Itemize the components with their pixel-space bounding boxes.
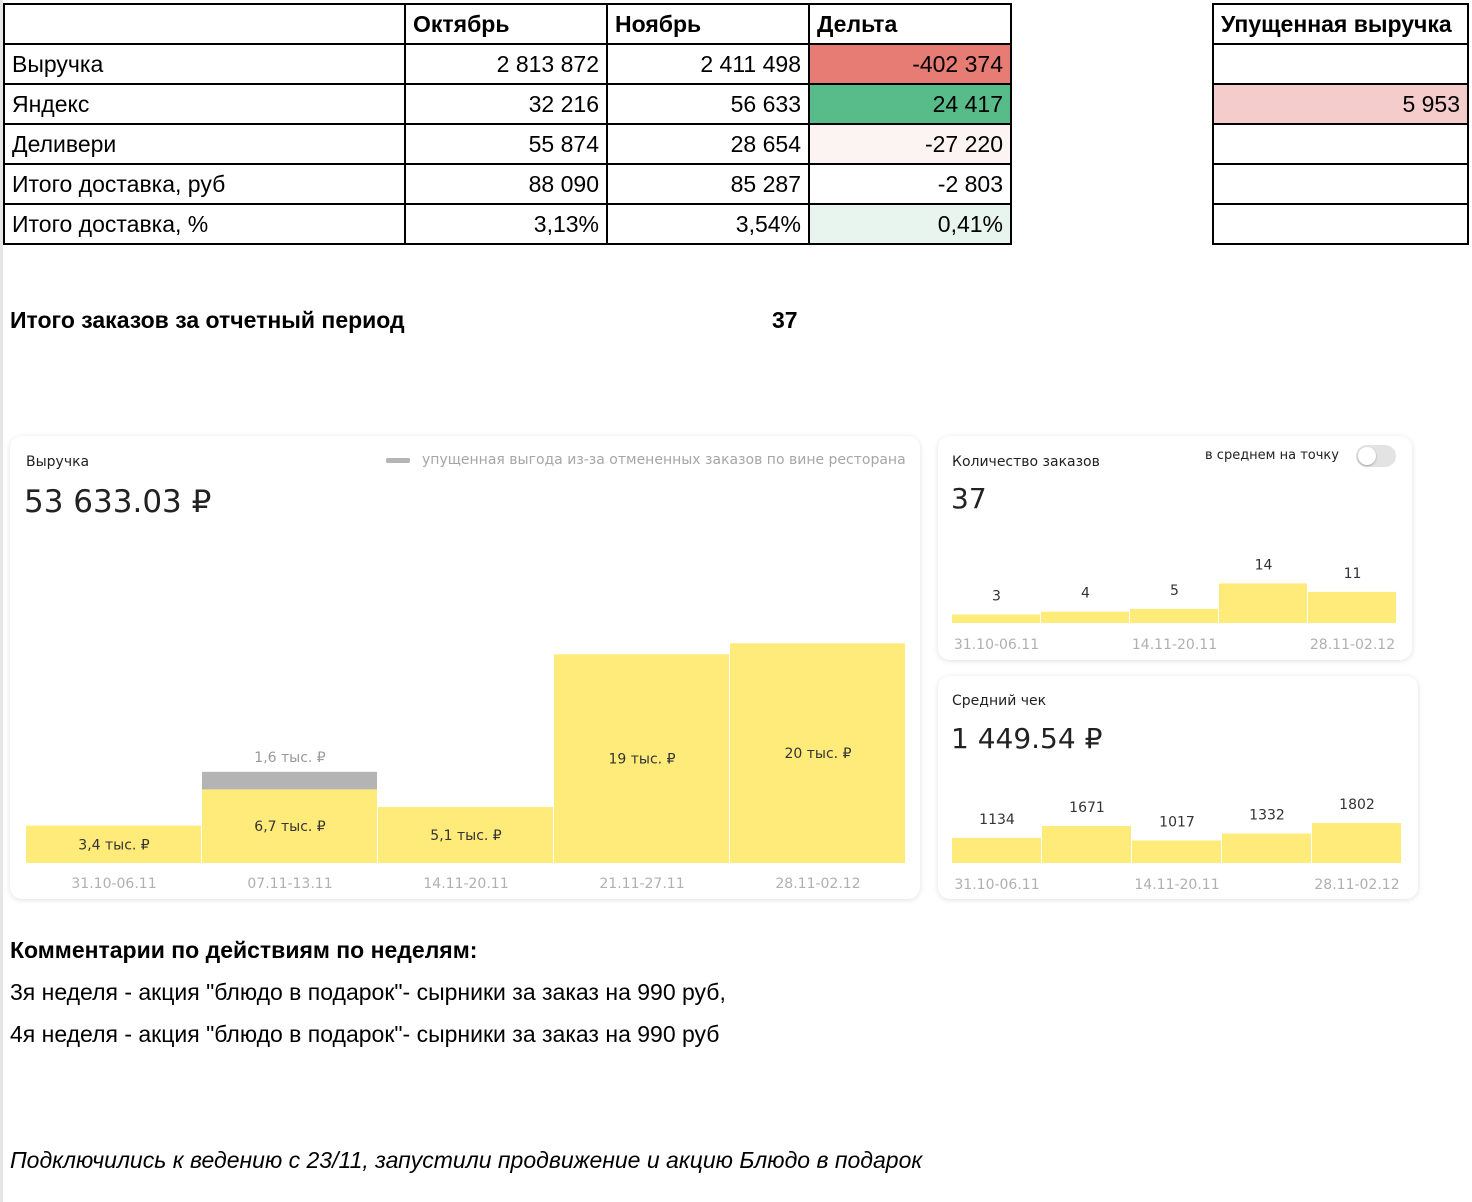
revenue-bar-label: 3,4 тыс. ₽: [78, 837, 150, 853]
header-cell-empty[interactable]: [3, 3, 406, 45]
x-tick-label: 31.10-06.11: [954, 637, 1039, 653]
orders-bar: [952, 614, 1040, 623]
revenue-widget: Выручка упущенная выгода из-за отмененны…: [10, 436, 920, 899]
table-row: Выручка 2 813 872 2 411 498 -402 374: [3, 43, 1012, 85]
row-label-cell[interactable]: Итого доставка, %: [3, 203, 406, 245]
x-tick-label: 14.11-20.11: [423, 876, 508, 892]
average-check-widget: Средний чек 1 449.54 ₽ 1134 31.10-06.11 16…: [938, 676, 1418, 899]
average-check-bar-chart: 1134 31.10-06.11 1671 1017 14.11-20.11 1332 18…: [952, 797, 1401, 893]
x-tick-label: 28.11-02.12: [1314, 877, 1399, 893]
average-check-bar: [1132, 840, 1221, 863]
orders-bar: [1219, 583, 1307, 623]
november-cell[interactable]: 28 654: [606, 123, 810, 165]
october-cell[interactable]: 88 090: [404, 163, 608, 205]
delta-cell[interactable]: 0,41%: [808, 203, 1012, 245]
lost-revenue-cell[interactable]: [1212, 163, 1469, 205]
orders-bar-value: 5: [1170, 583, 1179, 599]
lost-revenue-bar-label: 1,6 тыс. ₽: [254, 750, 326, 766]
delta-cell[interactable]: -27 220: [808, 123, 1012, 165]
lost-revenue-cell[interactable]: 5 953: [1212, 83, 1469, 125]
row-label-cell[interactable]: Деливери: [3, 123, 406, 165]
november-cell[interactable]: 2 411 498: [606, 43, 810, 85]
orders-bar-chart: 3 31.10-06.11 4 5 14.11-20.11 14 11 28.11-02.12: [952, 557, 1396, 653]
orders-widget: Количество заказов в среднем на точку 37…: [938, 436, 1412, 660]
x-tick-label: 21.11-27.11: [599, 876, 684, 892]
header-cell-november[interactable]: Ноябрь: [606, 3, 810, 45]
orders-bar-value: 4: [1081, 586, 1090, 602]
revenue-bar-label: 6,7 тыс. ₽: [254, 819, 326, 835]
table-row: Итого доставка, % 3,13% 3,54% 0,41%: [3, 203, 1012, 245]
november-cell[interactable]: 3,54%: [606, 203, 810, 245]
average-check-bar-value: 1134: [979, 812, 1015, 828]
october-cell[interactable]: 2 813 872: [404, 43, 608, 85]
average-check-bar: [1042, 825, 1131, 863]
average-check-bar: [1312, 823, 1401, 863]
november-cell[interactable]: 56 633: [606, 83, 810, 125]
x-tick-label: 28.11-02.12: [775, 876, 860, 892]
october-cell[interactable]: 32 216: [404, 83, 608, 125]
lost-revenue-table: Упущенная выручка 5 953: [1212, 3, 1469, 245]
revenue-bar-chart: 3,4 тыс. ₽ 31.10-06.11 6,7 тыс. ₽ 1,6 тыс. …: [26, 643, 905, 892]
delta-cell[interactable]: -402 374: [808, 43, 1012, 85]
table-row: Деливери 55 874 28 654 -27 220: [3, 123, 1012, 165]
average-check-bar-value: 1017: [1159, 814, 1195, 830]
lost-revenue-bar: [202, 771, 377, 790]
x-tick-label: 07.11-13.11: [247, 876, 332, 892]
october-cell[interactable]: 55 874: [404, 123, 608, 165]
header-cell-october[interactable]: Октябрь: [404, 3, 608, 45]
orders-bar: [1308, 591, 1396, 623]
lost-revenue-header[interactable]: Упущенная выручка: [1212, 3, 1469, 45]
x-tick-label: 14.11-20.11: [1132, 637, 1217, 653]
comments-title[interactable]: Комментарии по действиям по неделям:: [10, 937, 477, 964]
revenue-bar-label: 20 тыс. ₽: [785, 746, 852, 762]
lost-revenue-cell[interactable]: [1212, 43, 1469, 85]
orders-bar-value: 3: [992, 589, 1001, 605]
comments-note[interactable]: Подключились к ведению с 23/11, запустил…: [10, 1147, 922, 1174]
orders-bar-value: 11: [1344, 566, 1362, 582]
delta-cell[interactable]: 24 417: [808, 83, 1012, 125]
average-check-bar: [1222, 833, 1311, 863]
row-label-cell[interactable]: Яндекс: [3, 83, 406, 125]
revenue-comparison-table: Октябрь Ноябрь Дельта Выручка 2 813 872 …: [3, 3, 1012, 245]
row-label-cell[interactable]: Итого доставка, руб: [3, 163, 406, 205]
revenue-bar-label: 5,1 тыс. ₽: [430, 828, 502, 844]
average-check-bar-value: 1332: [1249, 807, 1285, 823]
orders-bar: [1041, 611, 1129, 623]
comment-line[interactable]: 4я неделя - акция "блюдо в подарок"- сыр…: [10, 1021, 720, 1048]
lost-revenue-cell[interactable]: [1212, 203, 1469, 245]
lost-revenue-cell[interactable]: [1212, 123, 1469, 165]
x-tick-label: 31.10-06.11: [954, 877, 1039, 893]
table-row: Итого доставка, руб 88 090 85 287 -2 803: [3, 163, 1012, 205]
header-cell-delta[interactable]: Дельта: [808, 3, 1012, 45]
x-tick-label: 31.10-06.11: [71, 876, 156, 892]
average-check-bar: [952, 837, 1041, 863]
comment-line[interactable]: 3я неделя - акция "блюдо в подарок"- сыр…: [10, 979, 726, 1006]
average-check-bar-value: 1671: [1069, 800, 1105, 816]
total-orders-value[interactable]: 37: [772, 307, 798, 334]
x-tick-label: 28.11-02.12: [1310, 637, 1395, 653]
october-cell[interactable]: 3,13%: [404, 203, 608, 245]
table-header-row: Октябрь Ноябрь Дельта: [3, 3, 1012, 45]
average-check-bar-value: 1802: [1339, 797, 1375, 813]
orders-bar-value: 14: [1255, 557, 1273, 573]
revenue-bar-label: 19 тыс. ₽: [609, 752, 676, 768]
total-orders-label[interactable]: Итого заказов за отчетный период: [10, 307, 405, 334]
orders-bar: [1130, 608, 1218, 623]
x-tick-label: 14.11-20.11: [1134, 877, 1219, 893]
row-label-cell[interactable]: Выручка: [3, 43, 406, 85]
table-row: Яндекс 32 216 56 633 24 417: [3, 83, 1012, 125]
november-cell[interactable]: 85 287: [606, 163, 810, 205]
delta-cell[interactable]: -2 803: [808, 163, 1012, 205]
